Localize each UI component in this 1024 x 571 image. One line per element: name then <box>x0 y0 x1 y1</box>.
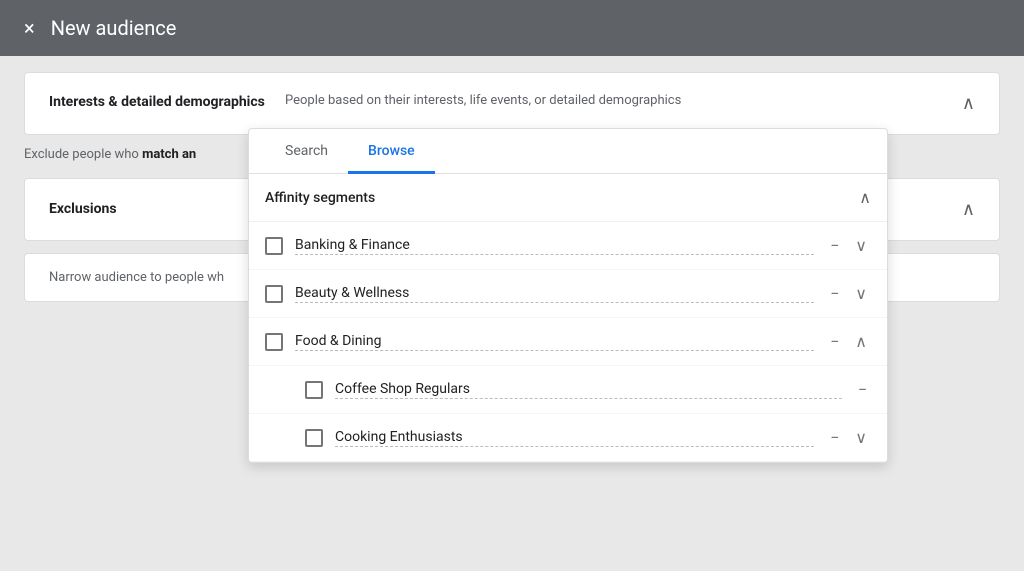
coffee-actions: − <box>854 378 871 401</box>
affinity-collapse-icon[interactable]: ∧ <box>859 188 871 207</box>
banking-checkbox[interactable] <box>265 237 283 255</box>
beauty-checkbox[interactable] <box>265 285 283 303</box>
cooking-expand-icon[interactable]: ∨ <box>851 426 871 449</box>
tab-browse[interactable]: Browse <box>348 129 435 174</box>
interests-description: People based on their interests, life ev… <box>269 93 954 108</box>
narrow-text: Narrow audience to people wh <box>49 270 224 285</box>
food-label[interactable]: Food & Dining <box>295 333 814 351</box>
food-remove-icon[interactable]: − <box>826 330 843 353</box>
beauty-expand-icon[interactable]: ∨ <box>851 282 871 305</box>
main-content: Interests & detailed demographics People… <box>0 56 1024 318</box>
food-actions: − ∧ <box>826 330 871 353</box>
banking-actions: − ∨ <box>826 234 871 257</box>
banking-label[interactable]: Banking & Finance <box>295 237 814 255</box>
list-item: Cooking Enthusiasts − ∨ <box>249 414 887 462</box>
list-item: Beauty & Wellness − ∨ <box>249 270 887 318</box>
coffee-checkbox[interactable] <box>305 381 323 399</box>
close-button[interactable]: × <box>24 16 35 40</box>
exclusions-collapse-button[interactable]: ∧ <box>962 199 975 220</box>
list-item: Banking & Finance − ∨ <box>249 222 887 270</box>
coffee-label[interactable]: Coffee Shop Regulars <box>335 381 842 399</box>
list-item: Food & Dining − ∧ <box>249 318 887 366</box>
exclusions-label: Exclusions <box>49 200 117 220</box>
beauty-label[interactable]: Beauty & Wellness <box>295 285 814 303</box>
interests-label-area: Interests & detailed demographics <box>49 93 269 113</box>
food-collapse-icon[interactable]: ∧ <box>851 330 871 353</box>
banking-expand-icon[interactable]: ∨ <box>851 234 871 257</box>
cooking-label[interactable]: Cooking Enthusiasts <box>335 429 814 447</box>
interests-collapse-button[interactable]: ∧ <box>962 93 975 114</box>
list-item: Coffee Shop Regulars − <box>249 366 887 414</box>
banking-remove-icon[interactable]: − <box>826 234 843 257</box>
beauty-remove-icon[interactable]: − <box>826 282 843 305</box>
dialog-header: × New audience <box>0 0 1024 56</box>
interests-label: Interests & detailed demographics <box>49 94 265 110</box>
food-checkbox[interactable] <box>265 333 283 351</box>
dropdown-body[interactable]: Affinity segments ∧ Banking & Finance − … <box>249 174 887 462</box>
affinity-segment-label: Affinity segments <box>265 190 375 206</box>
cooking-actions: − ∨ <box>826 426 871 449</box>
beauty-actions: − ∨ <box>826 282 871 305</box>
dialog-title: New audience <box>51 16 177 40</box>
affinity-segment-header[interactable]: Affinity segments ∧ <box>249 174 887 222</box>
browse-dropdown: Search Browse Affinity segments ∧ Bankin… <box>248 128 888 463</box>
tab-search[interactable]: Search <box>265 129 348 174</box>
cooking-remove-icon[interactable]: − <box>826 426 843 449</box>
cooking-checkbox[interactable] <box>305 429 323 447</box>
tab-bar: Search Browse <box>249 129 887 174</box>
coffee-remove-icon[interactable]: − <box>854 378 871 401</box>
interests-section: Interests & detailed demographics People… <box>24 72 1000 135</box>
